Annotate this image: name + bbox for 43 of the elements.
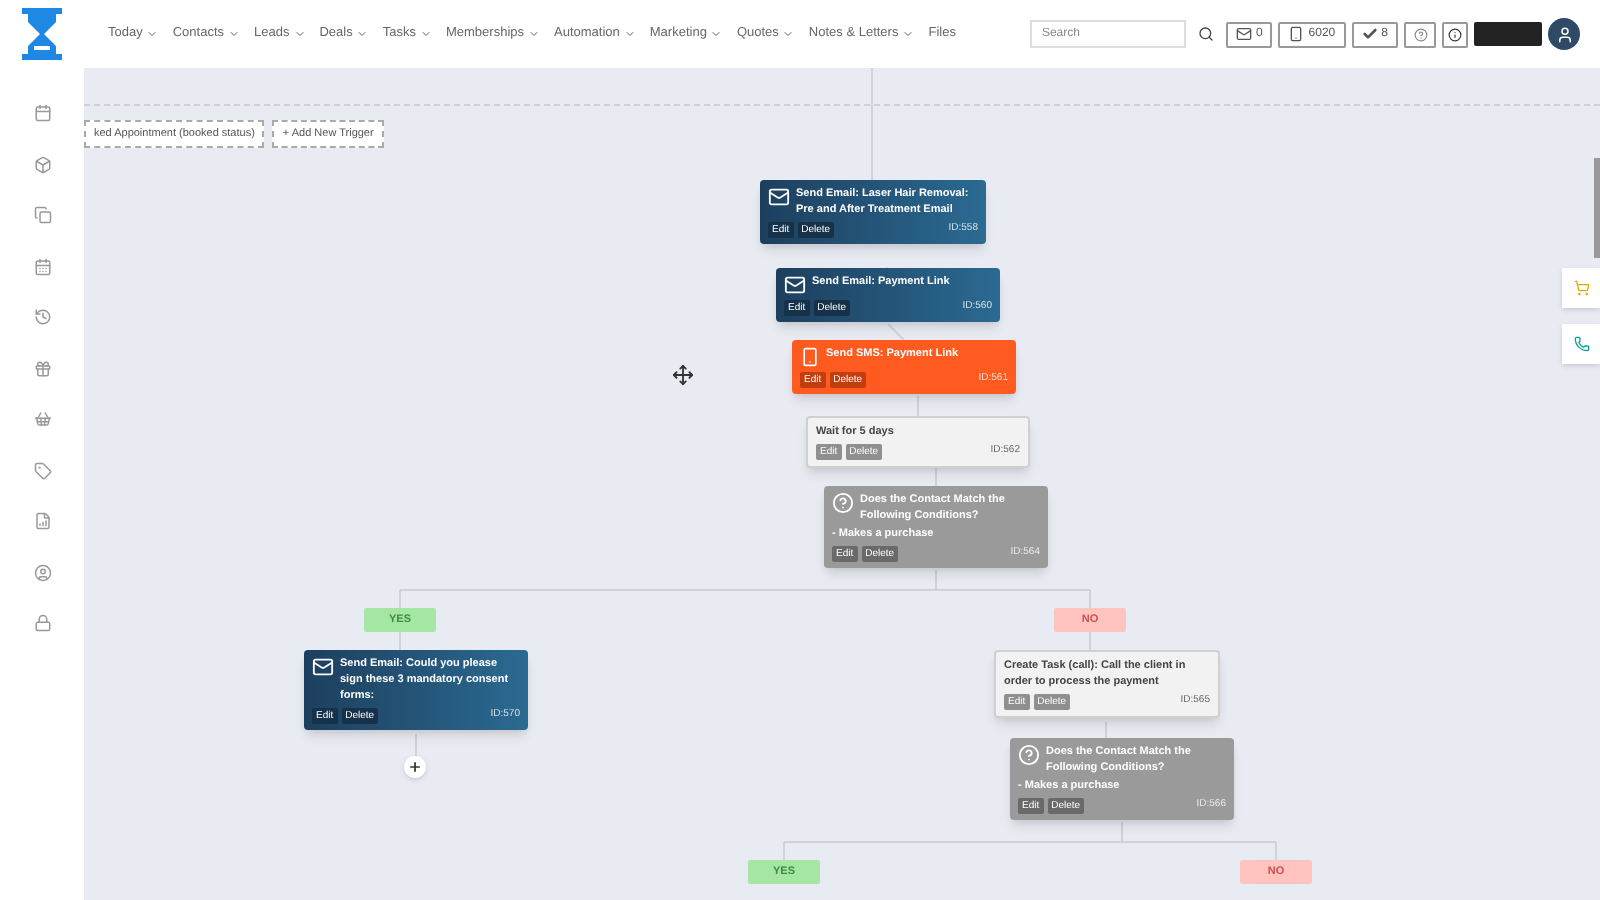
phone-icon (800, 346, 820, 368)
hourglass-logo[interactable] (20, 8, 64, 60)
history-icon[interactable] (33, 308, 51, 326)
cart-icon (1573, 280, 1589, 296)
phone-tab[interactable] (1562, 324, 1600, 364)
calendar-icon[interactable] (33, 257, 51, 275)
gift-icon[interactable] (33, 359, 51, 377)
tag-icon[interactable] (33, 461, 51, 479)
chevron-icon (902, 28, 915, 40)
chevron-icon (293, 28, 306, 40)
envelope-icon (1235, 26, 1252, 42)
chevron-icon (528, 28, 540, 40)
chevron-icon (710, 28, 723, 40)
chevron-icon (146, 28, 159, 40)
chevron-icon (228, 28, 241, 40)
envelope-icon (312, 656, 334, 678)
chart-icon[interactable] (33, 512, 51, 530)
info-icon (1448, 27, 1462, 41)
help-icon (1413, 27, 1427, 41)
avatar[interactable] (1548, 18, 1580, 50)
cube-icon[interactable] (33, 155, 51, 173)
envelope-icon (768, 186, 790, 208)
search-icon (1197, 26, 1214, 42)
phone-icon (1573, 336, 1589, 352)
cart-tab[interactable] (1562, 268, 1600, 308)
chevron-icon (782, 28, 795, 40)
chevron-icon (623, 28, 636, 40)
move-cursor-icon (672, 364, 694, 386)
envelope-icon (784, 274, 806, 296)
lock-icon[interactable] (33, 614, 51, 632)
phone-icon (1288, 26, 1305, 42)
plus-icon (408, 760, 422, 774)
info-button[interactable] (1442, 21, 1468, 47)
user-icon (1555, 25, 1573, 43)
chevron-icon (419, 28, 432, 40)
check-icon (1361, 26, 1378, 42)
question-icon (1018, 744, 1040, 766)
chevron-icon (356, 28, 369, 40)
user-icon[interactable] (33, 563, 51, 581)
calendar-icon[interactable] (33, 104, 51, 122)
copy-icon[interactable] (33, 206, 51, 224)
basket-icon[interactable] (33, 410, 51, 428)
question-icon (832, 492, 854, 514)
